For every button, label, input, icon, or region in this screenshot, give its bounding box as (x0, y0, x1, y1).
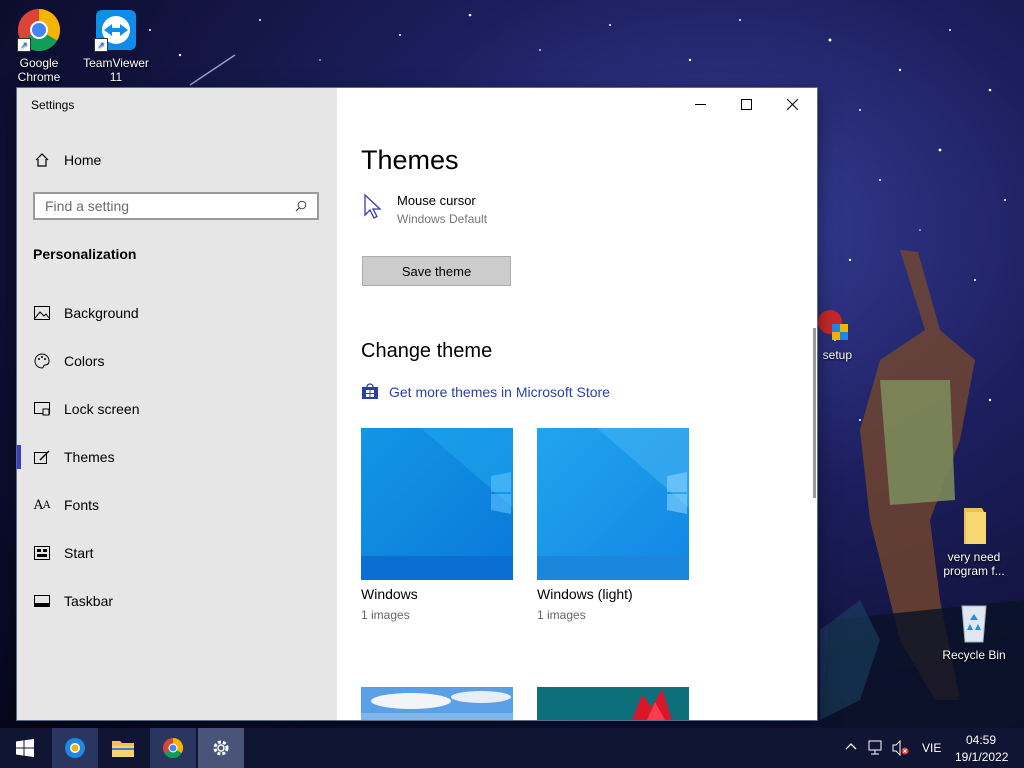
sidebar-item-label: Taskbar (64, 593, 114, 609)
get-more-themes-link[interactable]: Get more themes in Microsoft Store (389, 384, 610, 400)
desktop-icon-label: Recycle Bin (942, 648, 1006, 662)
minimize-button[interactable] (677, 88, 723, 120)
desktop-icon-label: very need (947, 550, 1001, 564)
settings-window: Settings Home Personalization Background (17, 88, 817, 720)
desktop-icon-recycle-bin[interactable]: Recycle Bin (936, 602, 1012, 662)
teamviewer-icon: ↗ (94, 8, 138, 52)
sidebar-item-label: Colors (64, 353, 105, 369)
theme-name: Windows (light) (537, 586, 633, 602)
sidebar-item-fonts[interactable]: AA Fonts (17, 485, 337, 525)
settings-sidebar: Settings Home Personalization Background (17, 88, 337, 720)
page-title: Themes (361, 145, 459, 175)
taskbar-app-settings[interactable] (198, 728, 244, 768)
theme-tile-windows-light[interactable] (537, 428, 689, 580)
sidebar-item-lock-screen[interactable]: Lock screen (17, 389, 337, 429)
content-scrollbar[interactable] (813, 328, 816, 498)
taskbar: VIE 04:59 19/1/2022 (0, 728, 1024, 768)
maximize-button[interactable] (723, 88, 769, 120)
desktop-icon-label: 11 (109, 70, 123, 84)
search-input[interactable] (35, 197, 291, 215)
desktop-icon-teamviewer[interactable]: ↗ TeamViewer 11 (78, 8, 154, 84)
start-icon (33, 544, 51, 562)
network-icon[interactable] (868, 740, 886, 756)
recycle-bin-icon (952, 602, 996, 644)
chrome-icon (163, 737, 184, 759)
show-hidden-icons-chevron-icon[interactable] (845, 740, 859, 754)
desktop-icon-label: TeamViewer (83, 56, 149, 70)
desktop-icon-chrome[interactable]: ↗ Google Chrome (1, 8, 77, 84)
theme-name: Windows (361, 586, 418, 602)
window-title: Settings (31, 98, 75, 112)
search-box[interactable] (33, 192, 319, 220)
sidebar-item-label: Lock screen (64, 401, 140, 417)
sidebar-item-start[interactable]: Start (17, 533, 337, 573)
sidebar-item-label: Background (64, 305, 139, 321)
home-icon (33, 151, 51, 169)
section-label-personalization: Personalization (33, 246, 137, 262)
sidebar-item-label: Themes (64, 449, 115, 465)
mouse-cursor-icon (364, 193, 382, 219)
maximize-icon (740, 98, 752, 110)
clock-date[interactable]: 19/1/2022 (955, 750, 1008, 764)
sidebar-item-label: Start (64, 545, 94, 561)
store-icon (361, 382, 379, 400)
theme-image-count: 1 images (361, 608, 410, 622)
desktop-icon-folder[interactable]: very need program f... (936, 506, 1012, 578)
theme-tile-windows[interactable] (361, 428, 513, 580)
start-button[interactable] (2, 728, 48, 768)
lock-screen-icon (33, 400, 51, 418)
theme-tile-partial-flower[interactable] (537, 687, 689, 720)
desktop-icon-label: Google (19, 56, 59, 70)
taskbar-icon (33, 592, 51, 610)
taskbar-app-chrome-alt[interactable] (52, 728, 98, 768)
background-icon (33, 304, 51, 322)
chrome-canary-icon (65, 738, 85, 758)
volume-muted-icon[interactable] (892, 739, 910, 757)
desktop-icon-label: program f... (943, 564, 1005, 578)
chrome-icon: ↗ (17, 8, 61, 52)
fonts-icon: AA (33, 497, 51, 513)
themes-icon (33, 448, 51, 466)
taskbar-app-file-explorer[interactable] (100, 728, 146, 768)
sidebar-item-themes[interactable]: Themes (17, 437, 337, 477)
windows-logo-icon (16, 739, 34, 757)
nav-home-label: Home (64, 152, 102, 168)
input-language-indicator[interactable]: VIE (922, 741, 941, 755)
nav-home[interactable]: Home (17, 140, 337, 180)
change-theme-heading: Change theme (361, 340, 493, 362)
close-icon (786, 98, 798, 110)
sidebar-item-background[interactable]: Background (17, 293, 337, 333)
close-button[interactable] (769, 88, 815, 120)
sidebar-item-label: Fonts (64, 497, 100, 513)
gear-icon (213, 740, 229, 756)
installer-icon (818, 308, 850, 344)
mouse-cursor-setting[interactable]: Mouse cursor Windows Default (363, 191, 563, 231)
sidebar-item-colors[interactable]: Colors (17, 341, 337, 381)
shortcut-arrow-icon: ↗ (94, 38, 108, 52)
theme-image-count: 1 images (537, 608, 586, 622)
search-icon[interactable] (291, 200, 311, 212)
mouse-cursor-value: Windows Default (397, 212, 488, 226)
settings-content: Themes Mouse cursor Windows Default Save… (337, 88, 817, 720)
desktop-icon-label: Chrome (17, 70, 61, 84)
save-theme-button[interactable]: Save theme (362, 256, 511, 286)
taskbar-app-chrome[interactable] (150, 728, 196, 768)
folder-icon (112, 741, 134, 757)
folder-icon (952, 506, 996, 546)
minimize-icon (694, 103, 706, 105)
mouse-cursor-label: Mouse cursor (397, 193, 476, 208)
shortcut-arrow-icon: ↗ (17, 38, 31, 52)
clock-time[interactable]: 04:59 (966, 733, 996, 747)
theme-tile-partial-sky[interactable] (361, 687, 513, 720)
palette-icon (33, 352, 51, 370)
sidebar-item-taskbar[interactable]: Taskbar (17, 581, 337, 621)
